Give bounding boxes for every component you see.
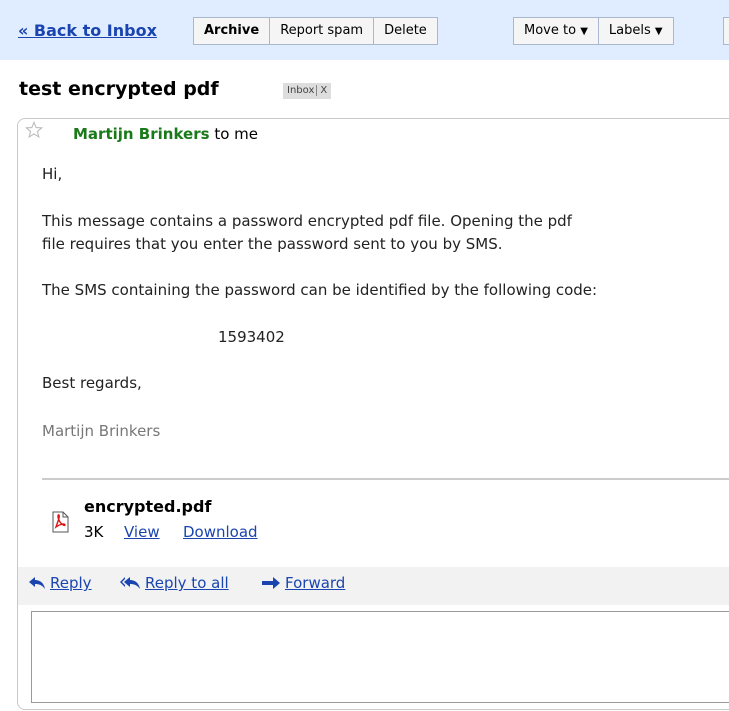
move-to-button[interactable]: Move to ▼ — [513, 17, 599, 45]
organize-action-group: Move to ▼ Labels ▼ — [513, 17, 674, 45]
attachment-download-link[interactable]: Download — [183, 523, 258, 541]
forward-arrow-icon — [262, 577, 280, 589]
body-greeting: Hi, — [42, 165, 63, 183]
sender-name[interactable]: Martijn Brinkers — [73, 125, 210, 143]
inbox-label-tag: Inbox X — [283, 83, 332, 99]
action-toolbar: « Back to Inbox Archive Report spam Dele… — [0, 0, 729, 60]
chevron-down-icon: ▼ — [654, 26, 663, 37]
forward-button[interactable]: Forward — [261, 574, 345, 592]
reply-button[interactable]: Reply — [28, 574, 92, 592]
back-to-inbox-link[interactable]: « Back to Inbox — [18, 21, 157, 40]
reply-label: Reply — [50, 574, 92, 592]
sms-code: 1593402 — [218, 328, 285, 346]
sender-line: Martijn Brinkers to me — [73, 125, 258, 143]
quick-reply-input[interactable] — [31, 611, 729, 703]
remove-label-button[interactable]: X — [316, 85, 328, 96]
forward-label: Forward — [285, 574, 346, 592]
body-paragraph1-line1: This message contains a password encrypt… — [42, 212, 572, 230]
attachment-view-link[interactable]: View — [124, 523, 160, 541]
body-closing: Best regards, — [42, 374, 142, 392]
attachment-size: 3K — [84, 523, 104, 541]
chevron-down-icon: ▼ — [580, 26, 588, 37]
attachment-filename: encrypted.pdf — [84, 497, 212, 516]
recipient-text: to me — [214, 125, 258, 143]
more-button[interactable] — [723, 17, 729, 45]
labels-label: Labels — [608, 23, 651, 38]
reply-all-label: Reply to all — [145, 574, 229, 592]
attachment-divider — [42, 478, 729, 480]
reply-icon — [29, 577, 45, 589]
label-name[interactable]: Inbox — [287, 85, 314, 96]
star-icon[interactable] — [25, 121, 43, 139]
reply-all-button[interactable]: Reply to all — [119, 574, 229, 592]
move-to-label: Move to — [524, 23, 577, 38]
body-paragraph1-line2: file requires that you enter the passwor… — [42, 235, 503, 253]
labels-button[interactable]: Labels ▼ — [597, 17, 674, 45]
message-action-group: Archive Report spam Delete — [193, 17, 438, 45]
body-paragraph2: The SMS containing the password can be i… — [42, 281, 598, 299]
delete-button[interactable]: Delete — [373, 17, 438, 45]
reply-all-icon — [120, 577, 140, 589]
archive-button[interactable]: Archive — [193, 17, 271, 45]
report-spam-button[interactable]: Report spam — [269, 17, 375, 45]
pdf-file-icon — [52, 511, 69, 533]
body-signature: Martijn Brinkers — [42, 422, 161, 440]
message-subject: test encrypted pdf — [19, 78, 219, 100]
